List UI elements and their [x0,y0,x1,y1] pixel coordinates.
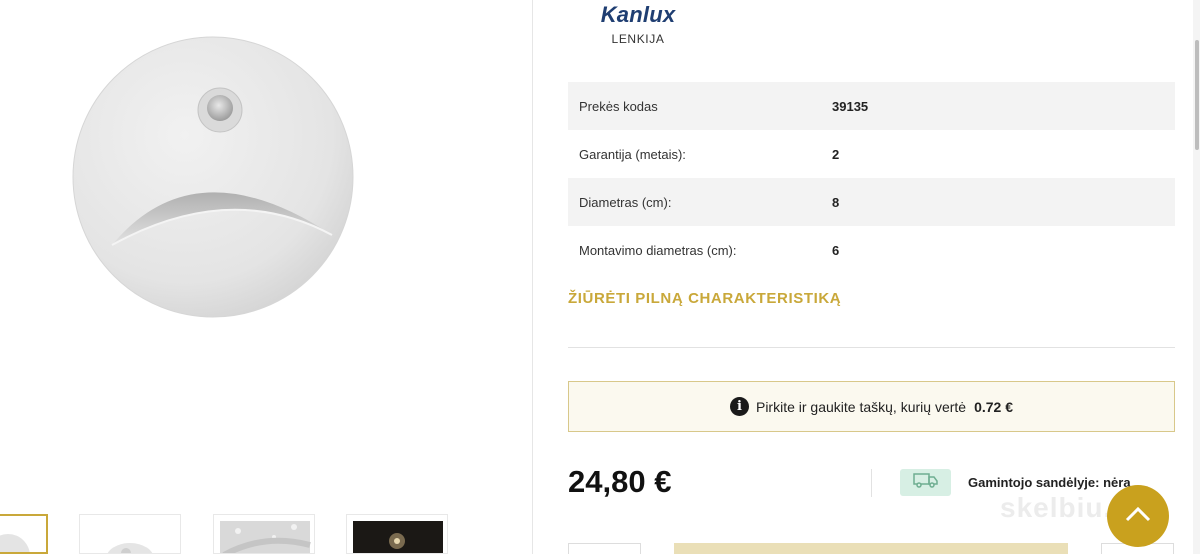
spec-row: Diametras (cm): 8 [568,178,1175,226]
brand-logo: Kanlux [600,2,676,27]
spec-value: 39135 [832,98,869,114]
spec-value: 6 [832,242,840,258]
page-scrollbar[interactable] [1193,0,1200,554]
spec-row: Garantija (metais): 2 [568,130,1175,178]
brand-block[interactable]: Kanlux LENKIJA [588,2,688,46]
stock-badge [900,469,951,496]
truck-icon [912,472,939,493]
stock-status: Gamintojo sandėlyje: nėra [968,475,1131,490]
product-gallery [0,0,532,554]
product-main-image[interactable] [70,30,360,330]
spec-label: Montavimo diametras (cm): [579,242,737,258]
spec-label: Garantija (metais): [579,146,686,162]
spec-value: 8 [832,194,840,210]
scrollbar-thumb[interactable] [1195,40,1199,150]
thumbnail-1[interactable] [0,514,48,554]
loyalty-points-notice: i Pirkite ir gaukite taškų, kurių vertė … [568,381,1175,432]
column-divider [532,0,533,554]
points-value: 0.72 € [974,398,1014,415]
chevron-up-icon [1124,505,1152,528]
spec-label: Prekės kodas [579,98,658,114]
thumbnail-2[interactable] [79,514,181,554]
quantity-input[interactable] [568,543,641,554]
stock-divider [871,469,872,497]
spec-row: Montavimo diametras (cm): 6 [568,226,1175,274]
full-spec-link[interactable]: ŽIŪRĖTI PILNĄ CHARAKTERISTIKĄ [568,290,841,307]
spec-table: Prekės kodas 39135 Garantija (metais): 2… [568,82,1175,274]
spec-label: Diametras (cm): [579,194,672,210]
section-divider [568,347,1175,348]
thumbnail-4[interactable] [346,514,448,554]
add-to-cart-button[interactable] [674,543,1068,554]
brand-country: LENKIJA [611,32,665,46]
info-icon: i [729,397,749,416]
scroll-to-top-button[interactable] [1107,485,1169,547]
spec-value: 2 [832,146,840,162]
product-price: 24,80 € [568,464,672,499]
thumbnail-3[interactable] [213,514,315,554]
points-text: Pirkite ir gaukite taškų, kurių vertė [755,398,967,415]
spec-row: Prekės kodas 39135 [568,82,1175,130]
